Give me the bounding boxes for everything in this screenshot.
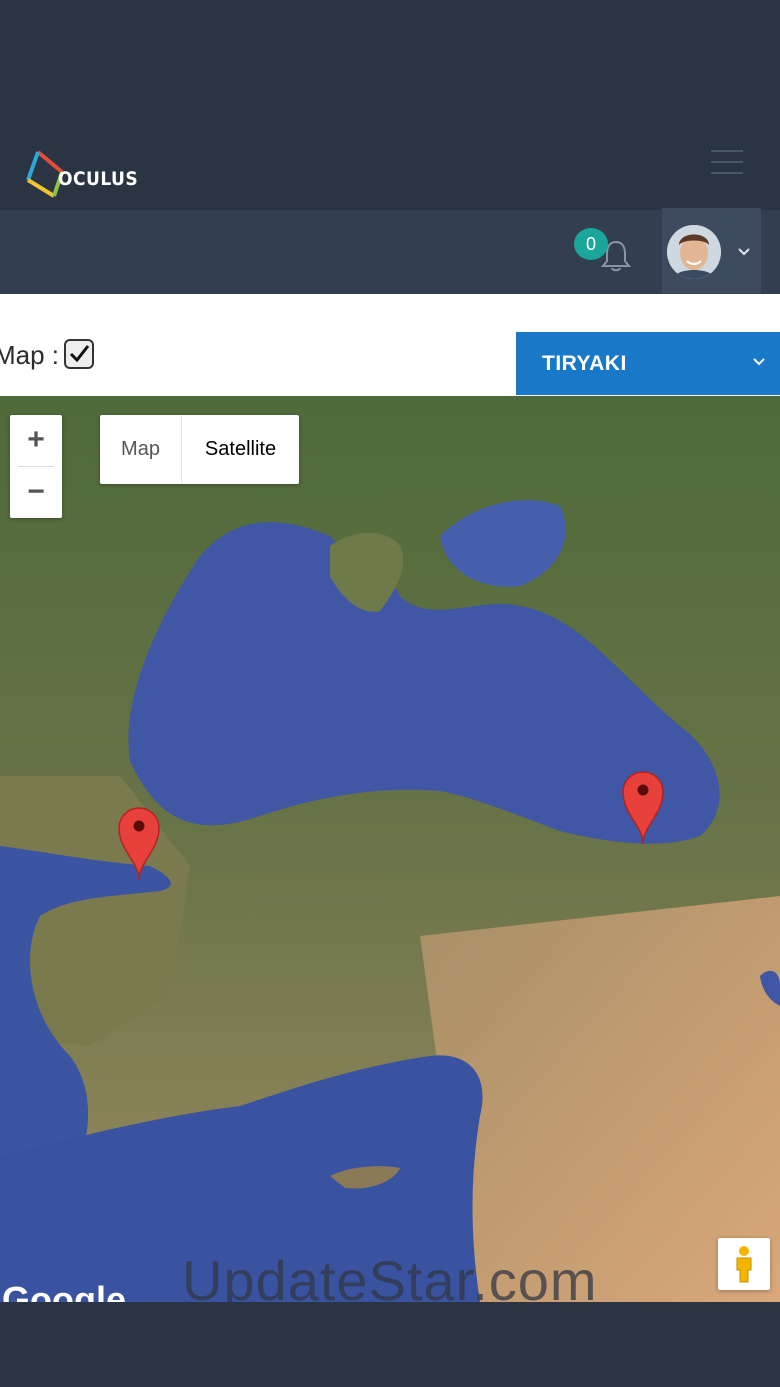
pegman-icon bbox=[736, 1246, 752, 1283]
logo-text: OCULUS bbox=[58, 168, 139, 190]
map-toggle-checkbox[interactable] bbox=[64, 339, 94, 369]
notification-count-badge: 0 bbox=[574, 228, 608, 260]
map-type-control: Map Satellite bbox=[100, 415, 299, 484]
map-type-map-button[interactable]: Map bbox=[100, 415, 181, 484]
zoom-in-button[interactable]: + bbox=[10, 415, 62, 466]
user-menu[interactable] bbox=[662, 208, 761, 294]
company-select[interactable]: TIRYAKI bbox=[516, 332, 780, 395]
zoom-out-button[interactable]: − bbox=[10, 467, 62, 518]
oculus-logo[interactable]: OCULUS bbox=[26, 150, 139, 200]
google-attribution: Google bbox=[2, 1282, 126, 1302]
map-marker-trabzon[interactable] bbox=[621, 770, 665, 846]
checkmark-icon bbox=[69, 345, 90, 363]
map-type-satellite-button[interactable]: Satellite bbox=[182, 415, 299, 484]
footer bbox=[0, 1302, 780, 1387]
hamburger-icon bbox=[711, 150, 743, 152]
map-toggle-label: Map : bbox=[0, 340, 60, 370]
street-view-button[interactable] bbox=[718, 1238, 770, 1290]
company-select-value: TIRYAKI bbox=[542, 352, 627, 375]
hamburger-menu-button[interactable] bbox=[711, 150, 743, 178]
notifications-button[interactable]: 0 bbox=[574, 228, 634, 274]
map-marker-istanbul[interactable] bbox=[117, 806, 161, 882]
chevron-down-icon bbox=[753, 358, 765, 366]
satellite-map[interactable] bbox=[0, 396, 780, 1302]
avatar bbox=[667, 225, 721, 279]
zoom-control: + − bbox=[10, 415, 62, 518]
chevron-down-icon bbox=[738, 248, 750, 256]
